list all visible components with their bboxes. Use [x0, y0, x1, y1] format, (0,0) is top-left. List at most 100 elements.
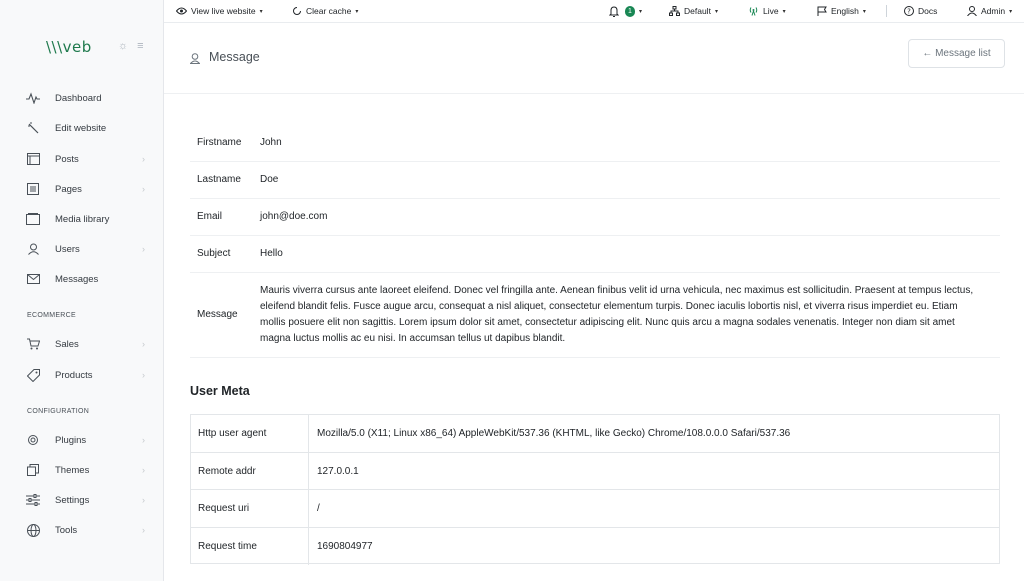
meta-value: 127.0.0.1 [317, 465, 359, 477]
wand-icon [26, 121, 40, 135]
docs-label: Docs [918, 6, 938, 16]
message-body: Mauris viverra cursus ante laoreet eleif… [260, 285, 974, 344]
help-circle-icon: ? [904, 6, 914, 16]
row-key: Firstname [197, 137, 242, 148]
sidebar-item-label: Products [55, 369, 93, 381]
row-value: Hello [260, 248, 283, 259]
sidebar-item-themes[interactable]: Themes › [0, 459, 163, 481]
message-list-button[interactable]: ← Message list [908, 39, 1005, 68]
user-icon [26, 242, 40, 256]
table-row: Message Mauris viverra cursus ante laore… [190, 273, 1000, 358]
eye-icon [176, 7, 187, 15]
admin-label: Admin [981, 6, 1006, 16]
sidebar-item-posts[interactable]: Posts › [0, 148, 163, 170]
sidebar-item-label: Edit website [55, 122, 107, 134]
sidebar-item-label: Media library [55, 213, 110, 225]
row-key: Subject [197, 248, 231, 259]
caret-down-icon: ▾ [639, 8, 643, 15]
theme-toggle-icon[interactable]: ☼ ≡ [118, 40, 147, 52]
chevron-right-icon: › [142, 465, 145, 475]
plugin-icon [26, 433, 40, 447]
section-configuration: CONFIGURATION [27, 408, 90, 415]
pages-icon [26, 182, 40, 196]
view-live-website-dropdown[interactable]: View live website ▾ [176, 0, 263, 22]
row-key: Lastname [197, 174, 241, 185]
language-dropdown[interactable]: English ▾ [817, 0, 866, 22]
docs-link[interactable]: ? Docs [904, 0, 937, 22]
logo-row: \\\veb ☼ ≡ [46, 38, 156, 56]
bell-icon [609, 5, 619, 17]
sidebar-item-dashboard[interactable]: Dashboard [0, 87, 163, 109]
default-label: Default [684, 6, 711, 16]
chevron-right-icon: › [142, 370, 145, 380]
clear-cache-label: Clear cache [306, 6, 352, 16]
sidebar-item-users[interactable]: Users › [0, 238, 163, 260]
table-row: Firstname John [190, 124, 1000, 162]
sidebar-item-messages[interactable]: Messages [0, 268, 163, 290]
envelope-icon [26, 272, 40, 286]
sidebar-item-label: Tools [55, 524, 78, 536]
row-value: John [260, 137, 282, 148]
table-row: Remote addr 127.0.0.1 [191, 452, 999, 490]
meta-value: / [317, 503, 320, 514]
caret-down-icon: ▾ [862, 8, 866, 15]
globe-icon [26, 523, 40, 537]
meta-key: Request time [198, 527, 309, 565]
cart-icon [26, 337, 40, 351]
sidebar-item-label: Plugins [55, 434, 87, 446]
pulse-icon [26, 91, 40, 105]
user-meta-title: User Meta [190, 384, 250, 398]
default-site-dropdown[interactable]: Default ▾ [669, 0, 718, 22]
section-ecommerce: ECOMMERCE [27, 312, 76, 319]
table-row: Subject Hello [190, 236, 1000, 273]
clear-cache-dropdown[interactable]: Clear cache ▾ [292, 0, 358, 22]
caret-down-icon: ▾ [1009, 8, 1013, 15]
sidebar-item-plugins[interactable]: Plugins › [0, 429, 163, 451]
table-row: Email john@doe.com [190, 199, 1000, 236]
sidebar-item-label: Sales [55, 338, 79, 350]
broadcast-icon [748, 6, 759, 16]
meta-key: Request uri [198, 490, 309, 527]
sidebar-item-label: Dashboard [55, 92, 102, 104]
table-row: Lastname Doe [190, 162, 1000, 199]
user-icon [189, 53, 201, 67]
meta-value: 1690804977 [317, 540, 373, 552]
meta-key: Remote addr [198, 452, 309, 490]
view-live-label: View live website [191, 6, 256, 16]
topbar-divider [886, 5, 887, 17]
flag-icon [817, 6, 827, 16]
sidebar-item-pages[interactable]: Pages › [0, 178, 163, 200]
sidebar-item-products[interactable]: Products › [0, 364, 163, 386]
caret-down-icon: ▾ [714, 8, 718, 15]
chevron-right-icon: › [142, 339, 145, 349]
admin-dropdown[interactable]: Admin ▾ [967, 0, 1012, 22]
sliders-icon [26, 493, 40, 507]
notifications-dropdown[interactable]: 1 ▾ [609, 0, 642, 22]
row-value: Doe [260, 174, 279, 185]
chevron-right-icon: › [142, 244, 145, 254]
sidebar-item-label: Pages [55, 183, 82, 195]
sidebar-item-label: Themes [55, 464, 90, 476]
meta-key: Http user agent [198, 415, 309, 452]
sidebar-item-label: Settings [55, 494, 90, 506]
posts-icon [26, 152, 40, 166]
row-key: Email [197, 211, 223, 222]
live-mode-dropdown[interactable]: Live ▾ [748, 0, 786, 22]
caret-down-icon: ▾ [782, 8, 786, 15]
row-key: Message [197, 309, 238, 320]
sidebar-item-sales[interactable]: Sales › [0, 333, 163, 355]
svg-text:?: ? [907, 8, 911, 16]
media-icon [26, 212, 40, 226]
sitemap-icon [669, 6, 680, 16]
sidebar-item-tools[interactable]: Tools › [0, 519, 163, 541]
logo[interactable]: \\\veb [46, 38, 92, 56]
table-row: Request uri / [191, 490, 999, 528]
sidebar-item-edit-website[interactable]: Edit website [0, 117, 163, 139]
chevron-right-icon: › [142, 495, 145, 505]
user-icon [967, 6, 977, 16]
sidebar-item-settings[interactable]: Settings › [0, 489, 163, 511]
table-row: Request time 1690804977 [191, 527, 999, 566]
sidebar-item-media-library[interactable]: Media library [0, 208, 163, 230]
sidebar-item-label: Users [55, 243, 80, 255]
chevron-right-icon: › [142, 184, 145, 194]
